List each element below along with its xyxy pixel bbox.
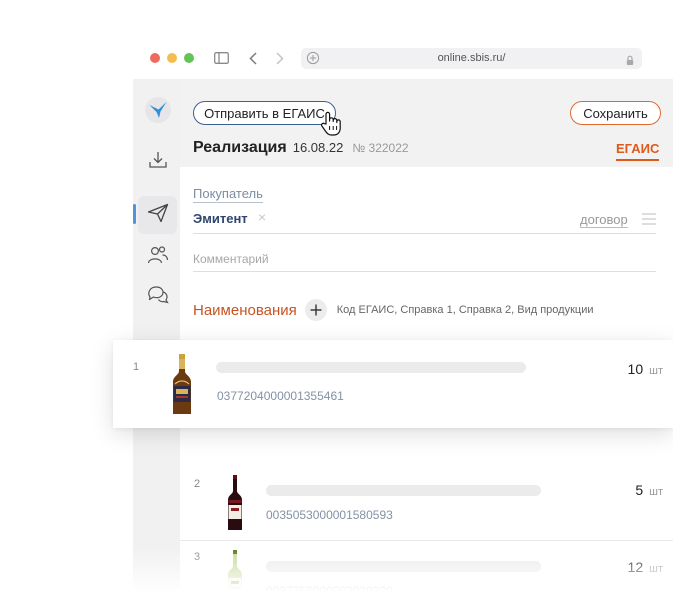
row-number: 1: [133, 361, 140, 373]
comment-field[interactable]: Комментарий: [193, 250, 656, 272]
url-text: online.sbis.ru/: [437, 52, 506, 64]
download-icon: [148, 150, 168, 175]
item-quantity[interactable]: 10 шт: [628, 361, 663, 377]
contract-link[interactable]: договор: [580, 212, 628, 228]
document-title: Реализация 16.08.22 № 322022: [193, 139, 409, 157]
item-name-placeholder: [266, 485, 541, 496]
red-wine-bottle-image: [227, 475, 243, 536]
emitent-field[interactable]: Эмитент × договор: [193, 209, 656, 234]
sidebar-item-send[interactable]: [138, 196, 177, 234]
forward-icon[interactable]: [274, 49, 286, 67]
close-window-button[interactable]: [150, 53, 160, 63]
highlighted-item-card[interactable]: 1 0377204000001355461 10 шт: [113, 340, 673, 428]
sidebar-item-contacts[interactable]: [138, 238, 177, 276]
items-columns: Код ЕГАИС, Справка 1, Справка 2, Вид про…: [336, 304, 594, 316]
send-to-egais-button[interactable]: Отправить в ЕГАИС: [193, 101, 336, 125]
row-number: 2: [194, 478, 201, 490]
emitent-value[interactable]: Эмитент: [193, 211, 248, 226]
browser-window: online.sbis.ru/ Отправить в ЕГАИС Сохран…: [133, 42, 673, 600]
beer-bottle-image: [171, 354, 193, 421]
sidebar-active-marker: [133, 204, 136, 224]
clear-emitent-icon[interactable]: ×: [258, 209, 266, 225]
sidebar-toggle-icon[interactable]: [213, 49, 229, 67]
browser-toolbar: online.sbis.ru/: [133, 42, 673, 78]
document-type: Реализация: [193, 139, 287, 156]
item-quantity[interactable]: 5 шт: [635, 482, 663, 498]
tab-egais[interactable]: ЕГАИС: [616, 141, 660, 161]
logo-icon: [144, 96, 171, 128]
sidebar-item-chat[interactable]: [138, 277, 177, 315]
lock-icon: [626, 53, 634, 71]
items-header: Наименования Код ЕГАИС, Справка 1, Справ…: [193, 299, 593, 321]
address-bar[interactable]: online.sbis.ru/: [301, 48, 642, 69]
minimize-window-button[interactable]: [167, 53, 177, 63]
item-quantity-value: 10: [627, 361, 644, 377]
bottom-fade-overlay: [97, 548, 673, 600]
add-item-button[interactable]: [304, 299, 327, 321]
document-number[interactable]: № 322022: [352, 141, 408, 155]
contacts-icon: [147, 245, 169, 270]
chat-icon: [147, 284, 169, 309]
maximize-window-button[interactable]: [184, 53, 194, 63]
item-quantity-value: 5: [635, 482, 644, 498]
table-row[interactable]: 2 0035053000001580593 5 шт: [180, 469, 673, 541]
item-egais-code: 0035053000001580593: [266, 508, 393, 522]
item-unit: шт: [649, 486, 663, 498]
sidebar-item-download[interactable]: [138, 143, 177, 181]
item-egais-code: 0377204000001355461: [217, 389, 344, 403]
item-name-placeholder: [216, 362, 526, 373]
save-button[interactable]: Сохранить: [570, 101, 661, 125]
send-icon: [147, 203, 169, 228]
document-date[interactable]: 16.08.22: [293, 140, 344, 155]
items-title: Наименования: [193, 301, 297, 319]
sidebar-item-home[interactable]: [138, 93, 177, 131]
hand-cursor-icon: [320, 111, 342, 142]
comment-placeholder: Комментарий: [193, 252, 269, 266]
document-header: Отправить в ЕГАИС Сохранить Реализация 1…: [180, 79, 673, 167]
back-icon[interactable]: [247, 49, 259, 67]
buyer-link[interactable]: Покупатель: [193, 186, 263, 203]
plus-icon: [310, 304, 322, 316]
menu-lines-icon[interactable]: [641, 212, 657, 231]
item-unit: шт: [649, 365, 663, 377]
